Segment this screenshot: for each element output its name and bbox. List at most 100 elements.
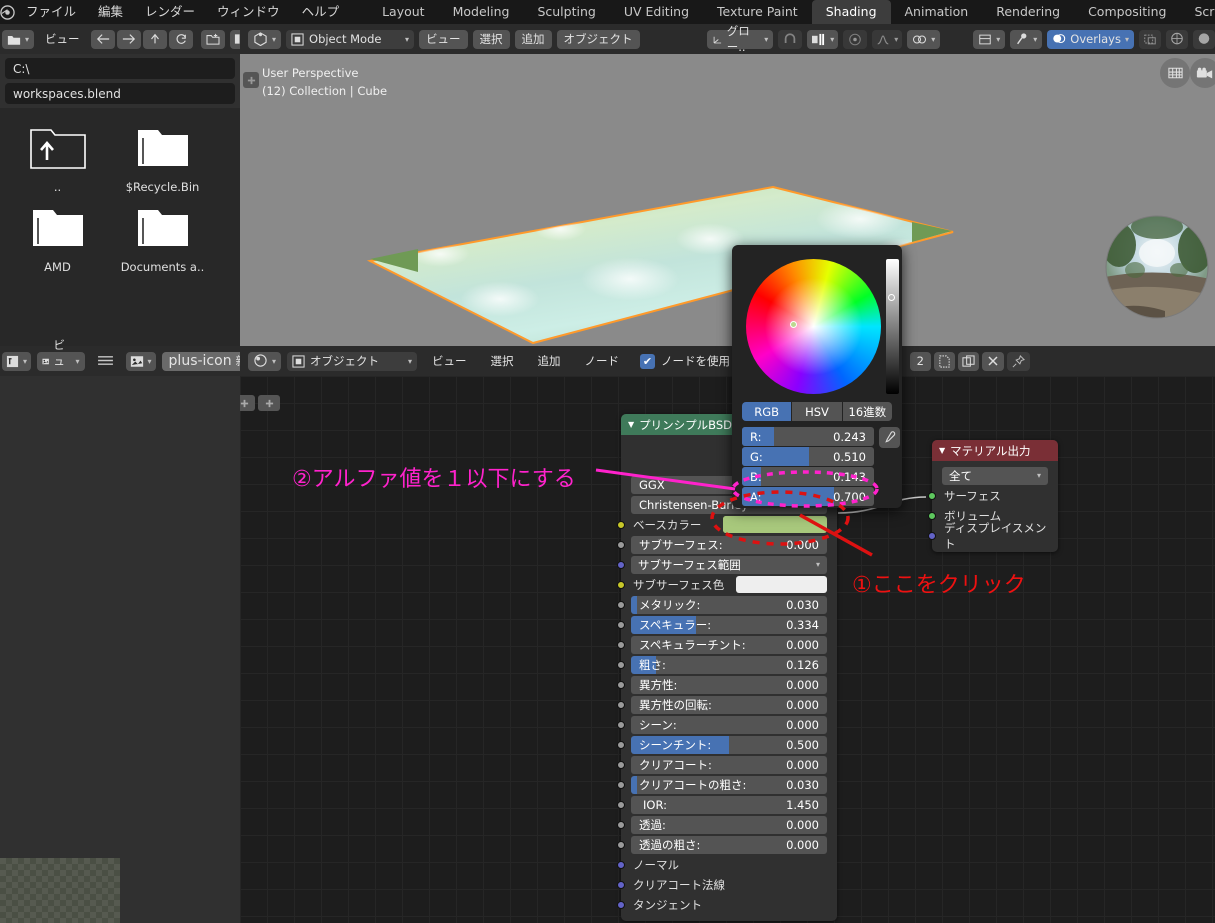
- channel-g-slider[interactable]: G: 0.510: [742, 447, 874, 466]
- node-row-ior[interactable]: IOR: 1.450: [617, 795, 827, 814]
- workspace-tab-modeling[interactable]: Modeling: [439, 0, 524, 24]
- nav-forward-button[interactable]: [116, 29, 141, 49]
- node-row-subsurface-color[interactable]: サブサーフェス色: [617, 575, 827, 594]
- node-row-specular-tint[interactable]: スペキュラーチント: 0.000: [617, 635, 827, 654]
- node-row-target[interactable]: 全て ▾: [942, 466, 1048, 485]
- viewport-select-menu[interactable]: 選択: [472, 29, 510, 49]
- viewport-object-menu[interactable]: オブジェクト: [556, 29, 640, 49]
- socket-transmission-roughness[interactable]: [617, 840, 625, 849]
- node-row-subsurface[interactable]: サブサーフェス: 0.000: [617, 535, 827, 554]
- node-row-clearcoat-normal[interactable]: クリアコート法線: [617, 875, 827, 894]
- node-row-tangent[interactable]: タンジェント: [617, 895, 827, 914]
- node-row-base-color[interactable]: ベースカラー: [617, 515, 827, 534]
- gizmo-dropdown[interactable]: ▾: [1010, 29, 1043, 49]
- socket-specular[interactable]: [617, 620, 625, 629]
- workspace-tab-layout[interactable]: Layout: [368, 0, 439, 24]
- file-name-input[interactable]: workspaces.blend: [5, 83, 235, 104]
- menu-file[interactable]: ファイル: [15, 0, 87, 24]
- socket-clearcoat-roughness[interactable]: [617, 780, 625, 789]
- socket-displacement[interactable]: [928, 531, 936, 540]
- value-slider-cursor[interactable]: [888, 294, 895, 301]
- specular-tint-slider[interactable]: スペキュラーチント: 0.000: [631, 635, 827, 654]
- socket-sheen-tint[interactable]: [617, 740, 625, 749]
- node-row-transmission[interactable]: 透過: 0.000: [617, 815, 827, 834]
- node-collapse-icon[interactable]: ▼: [628, 420, 634, 429]
- socket-surface[interactable]: [928, 491, 936, 500]
- channel-a-slider[interactable]: A: 0.700: [742, 487, 874, 506]
- transmission-slider[interactable]: 透過: 0.000: [631, 815, 827, 834]
- subsurface-radius-dropdown[interactable]: サブサーフェス範囲 ▾: [631, 555, 827, 574]
- color-wheel[interactable]: [746, 259, 881, 394]
- proportional-editing-icon[interactable]: [843, 29, 868, 49]
- shader-add-menu[interactable]: 追加: [529, 352, 570, 371]
- browse-image-dropdown[interactable]: ▾: [125, 351, 156, 371]
- node-row-roughness[interactable]: 粗さ: 0.126: [617, 655, 827, 674]
- workspace-tab-shading[interactable]: Shading: [811, 0, 891, 24]
- sheen-tint-slider[interactable]: シーンチント: 0.500: [631, 735, 827, 754]
- node-collapse-icon[interactable]: ▼: [939, 446, 945, 455]
- toolbar-expand-icon[interactable]: [243, 72, 259, 88]
- pin-icon[interactable]: [1007, 351, 1030, 371]
- file-path-input[interactable]: C:\: [5, 58, 235, 79]
- material-slot-number[interactable]: 2: [909, 351, 931, 371]
- clearcoat-roughness-slider[interactable]: クリアコートの粗さ: 0.030: [631, 775, 827, 794]
- socket-base-color[interactable]: [617, 520, 625, 529]
- view-object-types-dropdown[interactable]: ▾: [973, 29, 1006, 49]
- socket-anisotropic[interactable]: [617, 680, 625, 689]
- workspace-tab-scripting[interactable]: Scripting: [1180, 0, 1215, 24]
- workspace-tab-animation[interactable]: Animation: [891, 0, 983, 24]
- menu-help[interactable]: ヘルプ: [291, 0, 351, 24]
- refresh-button[interactable]: [168, 29, 193, 49]
- socket-roughness[interactable]: [617, 660, 625, 669]
- color-picker-popup[interactable]: RGB HSV 16進数 R: 0.243 G: 0.510 B: 0.143: [732, 245, 902, 508]
- socket-tangent[interactable]: [617, 900, 625, 909]
- shader-select-menu[interactable]: 選択: [482, 352, 523, 371]
- subsurface-slider[interactable]: サブサーフェス: 0.000: [631, 535, 827, 554]
- image-editor-canvas[interactable]: [0, 376, 240, 923]
- viewport-view-menu[interactable]: ビュー: [419, 29, 468, 49]
- node-material-output[interactable]: ▼ マテリアル出力 全て ▾ サーフェス ボリューム ディスプレイスメント: [928, 440, 1058, 552]
- color-wheel-cursor[interactable]: [790, 321, 797, 328]
- nav-back-button[interactable]: [90, 29, 115, 49]
- socket-metallic[interactable]: [617, 600, 625, 609]
- workspace-tab-rendering[interactable]: Rendering: [982, 0, 1074, 24]
- sheen-slider[interactable]: シーン: 0.000: [631, 715, 827, 734]
- subsurface-color-swatch[interactable]: [736, 576, 827, 593]
- workspace-tab-uv-editing[interactable]: UV Editing: [610, 0, 703, 24]
- shader-node-menu[interactable]: ノード: [576, 352, 629, 371]
- falloff-dropdown[interactable]: ▾: [872, 29, 903, 49]
- value-slider[interactable]: [886, 259, 899, 394]
- workspace-tab-compositing[interactable]: Compositing: [1074, 0, 1180, 24]
- menu-render[interactable]: レンダー: [134, 0, 206, 24]
- anisotropic-slider[interactable]: 異方性: 0.000: [631, 675, 827, 694]
- socket-subsurface-radius[interactable]: [617, 560, 625, 569]
- node-row-transmission-roughness[interactable]: 透過の粗さ: 0.000: [617, 835, 827, 854]
- socket-clearcoat-normal[interactable]: [617, 880, 625, 889]
- shading-solid-icon[interactable]: [1166, 29, 1188, 49]
- socket-ior[interactable]: [617, 800, 625, 809]
- snap-target-dropdown[interactable]: ▾: [807, 29, 839, 49]
- node-row-subsurface-radius[interactable]: サブサーフェス範囲 ▾: [617, 555, 827, 574]
- file-entry-amd[interactable]: AMD: [10, 202, 105, 274]
- new-material-icon[interactable]: [934, 351, 955, 371]
- shader-editor-type-button[interactable]: ▾: [248, 351, 282, 371]
- clearcoat-slider[interactable]: クリアコート: 0.000: [631, 755, 827, 774]
- socket-clearcoat[interactable]: [617, 760, 625, 769]
- tab-hex[interactable]: 16進数: [842, 402, 892, 421]
- mirror-dropdown[interactable]: ▾: [907, 29, 941, 49]
- copy-material-icon[interactable]: [958, 351, 979, 371]
- node-row-clearcoat-roughness[interactable]: クリアコートの粗さ: 0.030: [617, 775, 827, 794]
- nav-parent-button[interactable]: [142, 29, 167, 49]
- file-entry-parent[interactable]: ..: [10, 122, 105, 194]
- socket-normal[interactable]: [617, 860, 625, 869]
- file-browser-editor-type-button[interactable]: ▾: [2, 29, 35, 49]
- base-color-swatch[interactable]: [723, 516, 827, 533]
- menu-icon[interactable]: [91, 352, 120, 371]
- shader-type-dropdown[interactable]: オブジェクト ▾: [287, 351, 418, 371]
- transmission-roughness-slider[interactable]: 透過の粗さ: 0.000: [631, 835, 827, 854]
- use-nodes-checkbox[interactable]: ✔ ノードを使用: [640, 353, 730, 369]
- viewport-add-menu[interactable]: 追加: [514, 29, 552, 49]
- 3d-viewport[interactable]: User Perspective (12) Collection | Cube: [240, 54, 1215, 346]
- channel-r-slider[interactable]: R: 0.243: [742, 427, 874, 446]
- shader-node-editor[interactable]: ▼ プリンシプルBSDF GGX Christensen-Burley ベースカ…: [240, 376, 1215, 923]
